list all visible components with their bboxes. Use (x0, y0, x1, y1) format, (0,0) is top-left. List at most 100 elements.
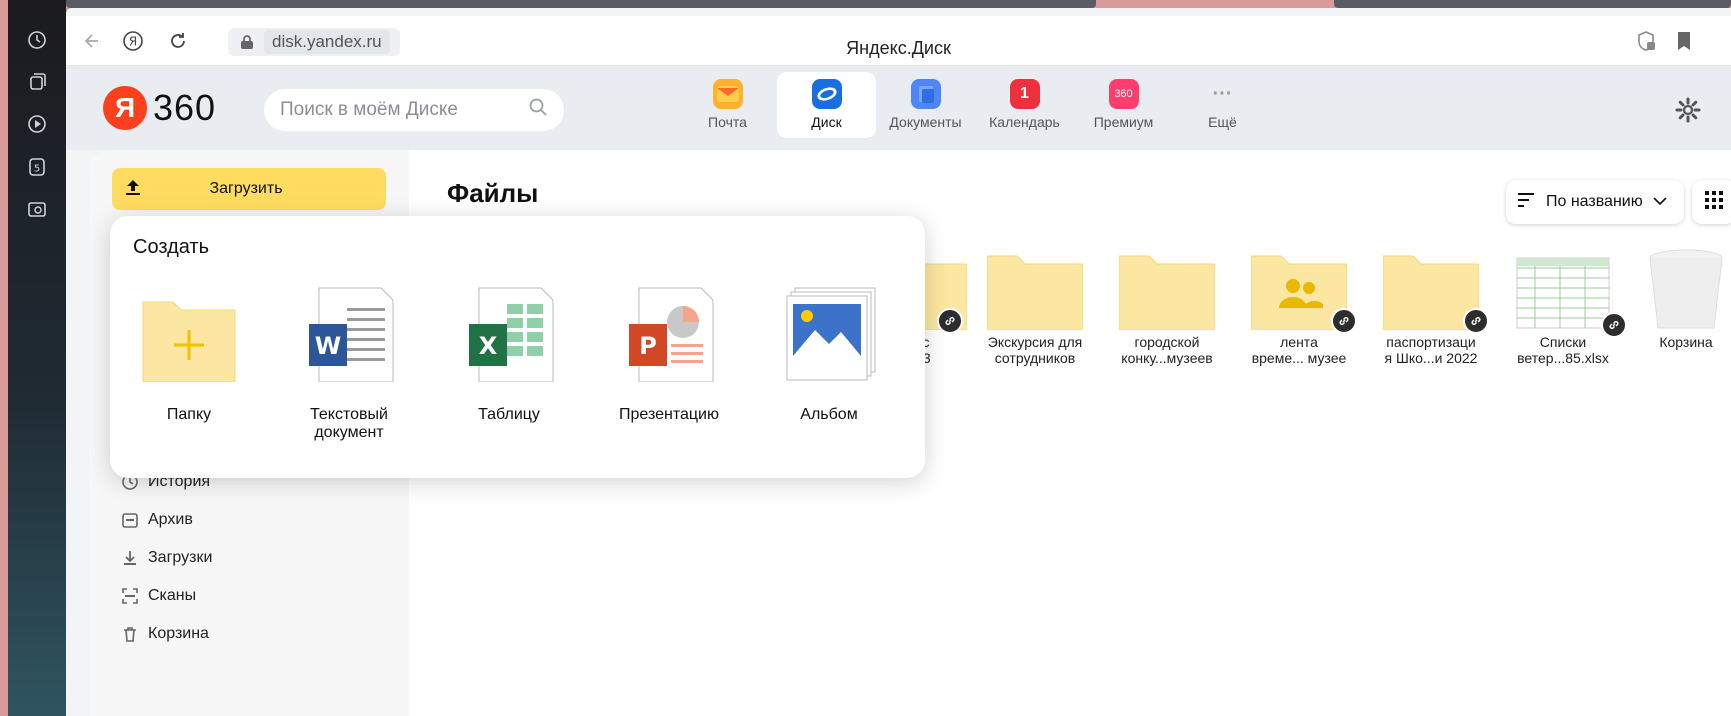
files-heading: Файлы (447, 178, 539, 208)
create-popup: Создать Папку W Текстовый документ X Таб… (110, 216, 925, 478)
browser-window: Я disk.yandex.ru Яндекс.Диск Я 360 Поиск… (66, 8, 1731, 716)
calendar-badge: 1 (1020, 85, 1029, 102)
number-5-icon[interactable]: 5 (25, 155, 49, 179)
dots-icon: ··· (1212, 82, 1233, 105)
browser-sidebar: 5 (8, 0, 66, 716)
sidebar-item-archive[interactable]: Архив (120, 508, 193, 532)
shared-folder-icon (1250, 248, 1357, 334)
sidebar-item-scans[interactable]: Сканы (120, 584, 196, 608)
file-name-line1: Корзина (1659, 334, 1713, 350)
excel-icon: X (461, 284, 557, 383)
service-premium[interactable]: 360 Премиум (1074, 72, 1173, 138)
create-label: Альбом (800, 406, 858, 423)
file-item[interactable]: городской конку...музеев (1107, 248, 1227, 366)
protect-icon[interactable] (1634, 29, 1658, 53)
sidebar-item-trash[interactable]: Корзина (120, 622, 209, 646)
page-title: Яндекс.Диск (846, 38, 951, 58)
powerpoint-icon: P (621, 284, 717, 383)
logo-text: 360 (153, 87, 217, 128)
service-label: Премиум (1093, 114, 1154, 130)
screenshot-icon[interactable] (25, 197, 49, 221)
services-nav: Почта Диск Документы 1 Календарь 360 Пре… (678, 72, 1272, 138)
svg-text:W: W (315, 332, 341, 360)
search-input[interactable]: Поиск в моём Диске (264, 89, 564, 131)
premium-icon: 360 (1108, 79, 1139, 109)
search-icon[interactable] (528, 97, 548, 123)
svg-text:P: P (639, 332, 657, 360)
create-label: Папку (166, 406, 212, 423)
service-label: Диск (811, 114, 842, 130)
popup-title: Создать (133, 236, 210, 258)
sort-icon (1518, 192, 1536, 213)
file-name-line1: лента (1280, 334, 1318, 350)
sidebar-item-label: Корзина (148, 625, 209, 642)
service-label: Почта (708, 114, 747, 130)
upload-button[interactable]: Загрузить (112, 168, 386, 210)
download-icon (120, 548, 140, 568)
inactive-tab[interactable] (1334, 0, 1731, 8)
sidebar-item-downloads[interactable]: Загрузки (120, 546, 212, 570)
file-item[interactable]: лента време... музее (1239, 248, 1359, 366)
scan-icon (120, 586, 140, 606)
file-name-line1: паспортизаци (1386, 334, 1476, 350)
file-name-line1: Списки (1539, 334, 1587, 350)
file-name-line2: време... музее (1251, 350, 1347, 366)
create-folder-button[interactable]: Папку (114, 284, 264, 424)
bookmark-icon[interactable] (1672, 29, 1696, 53)
link-icon (1463, 308, 1489, 334)
gear-icon[interactable] (1674, 96, 1702, 124)
premium-badge: 360 (1114, 88, 1133, 100)
create-text-document-button[interactable]: W Текстовый документ (274, 284, 424, 442)
grid-icon (1705, 190, 1723, 214)
logo-letter: Я (103, 86, 147, 130)
file-name-line2: конку...музеев (1121, 350, 1213, 366)
disk-icon (811, 79, 842, 109)
svg-text:X: X (479, 332, 498, 360)
file-item[interactable]: Экскурсия для сотрудников (975, 248, 1095, 366)
file-item[interactable]: Корзина (1631, 248, 1731, 350)
sidebar-item-label: Загрузки (148, 549, 213, 566)
archive-icon (120, 510, 140, 530)
yandex-360-logo[interactable]: Я 360 (103, 86, 216, 130)
service-calendar[interactable]: 1 Календарь (975, 72, 1074, 138)
sidebar-item-label: Сканы (148, 587, 197, 604)
file-item[interactable]: паспортизаци я Шко...и 2022 (1371, 248, 1491, 366)
history-icon[interactable] (25, 28, 49, 52)
link-icon (1601, 312, 1627, 338)
folder-plus-icon (141, 284, 237, 383)
create-label: Презентацию (619, 406, 719, 423)
folder-icon (1118, 248, 1216, 331)
trash-bin-icon (1646, 248, 1726, 330)
calendar-icon: 1 (1009, 79, 1040, 109)
service-label: Ещё (1208, 114, 1237, 130)
file-name-line1: Экскурсия для (987, 334, 1083, 350)
service-more[interactable]: ··· Ещё (1173, 72, 1272, 138)
service-documents[interactable]: Документы (876, 72, 975, 138)
service-label: Документы (889, 114, 962, 130)
sidebar-item-label: Архив (148, 511, 193, 528)
create-presentation-button[interactable]: P Презентацию (594, 284, 744, 424)
file-name-line2: сотрудников (994, 350, 1076, 366)
service-mail[interactable]: Почта (678, 72, 777, 138)
collections-icon[interactable] (25, 70, 49, 94)
folder-icon (1382, 248, 1489, 334)
file-name-line2: ветер...85.xlsx (1517, 350, 1609, 366)
link-icon (937, 308, 963, 334)
upload-icon (124, 178, 144, 201)
service-disk[interactable]: Диск (777, 72, 876, 138)
mail-icon (712, 79, 743, 109)
album-icon (781, 284, 877, 382)
folder-icon (986, 248, 1084, 331)
create-album-button[interactable]: Альбом (754, 284, 904, 424)
active-tab[interactable] (66, 0, 1096, 8)
create-spreadsheet-button[interactable]: X Таблицу (434, 284, 584, 424)
chevron-down-icon (1653, 193, 1667, 211)
file-item[interactable]: Списки ветер...85.xlsx (1503, 248, 1627, 366)
file-name-line2: я Шко...и 2022 (1384, 350, 1478, 366)
play-icon[interactable] (25, 112, 49, 136)
service-label: Календарь (989, 114, 1060, 130)
sort-dropdown[interactable]: По названию (1506, 180, 1684, 224)
grid-view-button[interactable] (1692, 180, 1731, 224)
create-label: Таблицу (478, 406, 540, 423)
file-name-line1: городской (1134, 334, 1200, 350)
